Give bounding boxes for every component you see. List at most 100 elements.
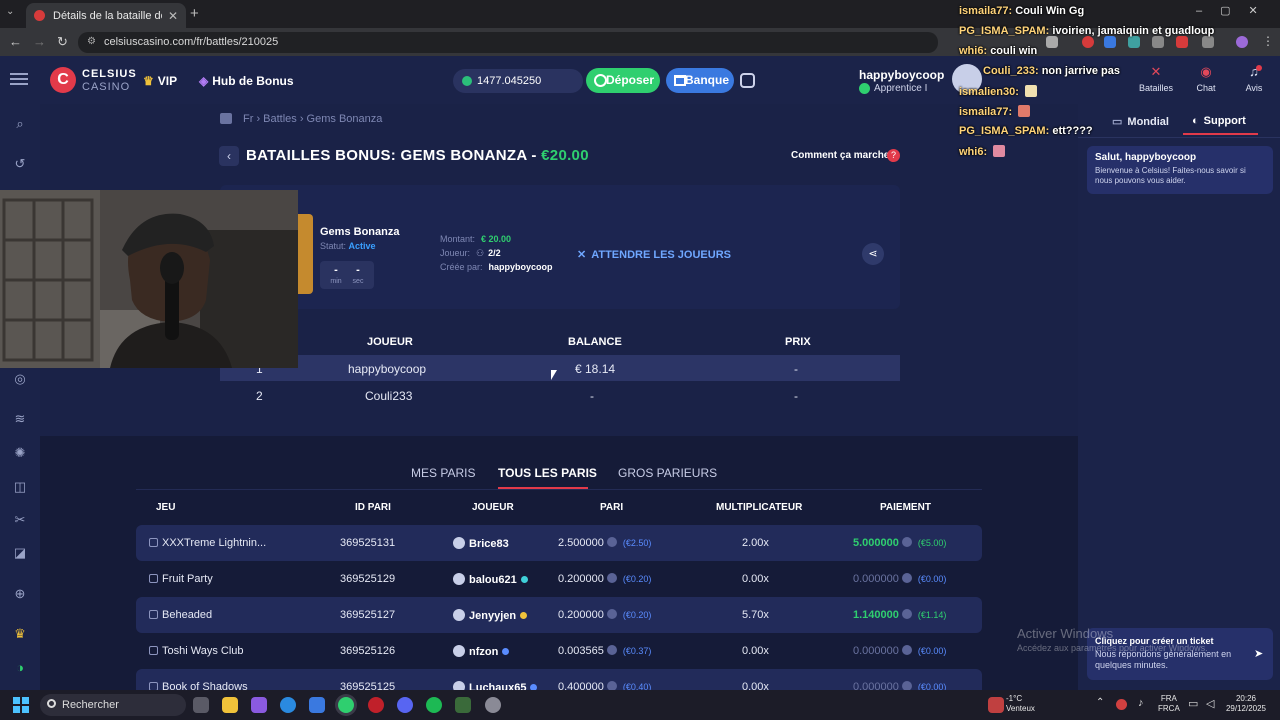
tray-chevron-icon[interactable]: ⌃ bbox=[1096, 697, 1104, 708]
chrome-icon[interactable] bbox=[338, 697, 354, 713]
bet-player[interactable]: nfzon bbox=[453, 645, 510, 658]
how-it-works-link[interactable]: Comment ça marche bbox=[791, 150, 889, 161]
url-text: celsiuscasino.com/fr/battles/210025 bbox=[104, 36, 279, 48]
support-headset-icon[interactable]: ◑ bbox=[11, 659, 29, 677]
wallet-balance[interactable]: 1477.045250 bbox=[453, 69, 583, 93]
player-avatar-icon bbox=[453, 645, 465, 657]
clock[interactable]: 20:26 29/12/2025 bbox=[1222, 694, 1270, 714]
windows-start-icon[interactable] bbox=[13, 697, 29, 713]
app-icon[interactable] bbox=[455, 697, 471, 713]
obs-icon[interactable] bbox=[485, 697, 501, 713]
tray-app-icon[interactable] bbox=[1116, 699, 1127, 710]
help-icon[interactable]: ? bbox=[887, 149, 900, 162]
gift-icon[interactable] bbox=[740, 73, 755, 88]
stream-chat-message: PG_ISMA_SPAM: ett???? bbox=[959, 125, 1093, 137]
language-icon[interactable]: ⊕ bbox=[11, 585, 29, 603]
microphone-icon[interactable]: ♪ bbox=[1138, 697, 1144, 709]
tab-global-chat[interactable]: ▭ Mondial bbox=[1112, 115, 1169, 128]
bet-player[interactable]: balou621 bbox=[453, 573, 528, 586]
site-info-icon[interactable]: ⚙ bbox=[87, 36, 96, 47]
opera-icon[interactable] bbox=[368, 697, 384, 713]
celsius-logo-icon[interactable]: C bbox=[50, 67, 76, 93]
new-tab-icon[interactable]: + bbox=[190, 5, 199, 22]
vip-crown-icon[interactable]: ♛ bbox=[11, 625, 29, 643]
headset-icon: ◐ bbox=[1192, 115, 1199, 127]
window-controls[interactable]: –▢✕ bbox=[1196, 4, 1276, 17]
bet-game[interactable]: Beheaded bbox=[149, 609, 212, 621]
menu-burger-icon[interactable] bbox=[10, 70, 28, 88]
player-col-header: JOUEUR bbox=[472, 502, 514, 513]
create-ticket-button[interactable]: Cliquez pour créer un ticket Nous répond… bbox=[1087, 628, 1273, 680]
profile-avatar-icon[interactable] bbox=[1236, 36, 1248, 48]
extension-icon[interactable] bbox=[1176, 36, 1188, 48]
tab-high-rollers[interactable]: GROS PARIEURS bbox=[618, 466, 717, 480]
edge-icon[interactable] bbox=[280, 697, 296, 713]
bet-game[interactable]: XXXTreme Lightnin... bbox=[149, 537, 266, 549]
crown-icon: ♛ bbox=[143, 74, 154, 88]
reload-icon[interactable]: ↻ bbox=[57, 34, 68, 50]
bank-button[interactable]: Banque bbox=[666, 68, 734, 93]
spotify-icon[interactable] bbox=[426, 697, 442, 713]
bonus-hub-link[interactable]: ◈ Hub de Bonus bbox=[199, 74, 294, 88]
deposit-button[interactable]: Déposer bbox=[586, 68, 660, 93]
url-field[interactable]: ⚙ celsiuscasino.com/fr/battles/210025 bbox=[78, 32, 938, 53]
live-casino-icon[interactable]: ✺ bbox=[11, 444, 29, 462]
keyboard-language[interactable]: FRA FRCA bbox=[1158, 694, 1180, 714]
active-tab-indicator bbox=[1183, 133, 1258, 135]
weather-icon[interactable] bbox=[988, 697, 1004, 713]
extension-icon[interactable] bbox=[1152, 36, 1164, 48]
network-icon[interactable]: ▭ bbox=[1188, 697, 1198, 710]
promotions-icon[interactable]: ◪ bbox=[11, 544, 29, 562]
bet-id: 369525131 bbox=[340, 537, 396, 549]
send-icon[interactable]: ➤ bbox=[1254, 647, 1263, 660]
player-balance: € 18.14 bbox=[575, 362, 616, 376]
bet-player[interactable]: Jenyyjen bbox=[453, 609, 528, 622]
sports-icon[interactable]: ✂ bbox=[11, 511, 29, 529]
extension-icon[interactable] bbox=[1082, 36, 1094, 48]
vip-link[interactable]: ♛ VIP bbox=[143, 74, 177, 88]
tab-all-bets[interactable]: TOUS LES PARIS bbox=[498, 466, 597, 480]
swords-icon: ✕ bbox=[1150, 64, 1162, 79]
search-icon[interactable]: ⌕ bbox=[11, 115, 29, 133]
task-view-icon[interactable] bbox=[193, 697, 209, 713]
forward-icon[interactable]: → bbox=[33, 34, 46, 49]
bet-game[interactable]: Toshi Ways Club bbox=[149, 645, 244, 657]
bet-amount: 2.500000 (€2.50) bbox=[558, 537, 652, 549]
volume-icon[interactable]: ◁ bbox=[1206, 697, 1214, 710]
euro-coin-icon bbox=[901, 537, 912, 547]
tab-support[interactable]: ◐ Support bbox=[1192, 115, 1246, 127]
close-tab-icon[interactable]: ✕ bbox=[168, 9, 178, 23]
extension-icon[interactable] bbox=[1128, 36, 1140, 48]
home-icon[interactable] bbox=[220, 113, 232, 124]
browser-menu-icon[interactable]: ⋮ bbox=[1262, 34, 1274, 48]
tab-my-bets[interactable]: MES PARIS bbox=[411, 466, 475, 480]
file-explorer-icon[interactable] bbox=[222, 697, 238, 713]
taskbar-search[interactable]: Rechercher bbox=[40, 694, 186, 716]
tab-search-chevron-icon[interactable]: ⌄ bbox=[6, 6, 14, 17]
weather-widget[interactable]: -1°C Venteux bbox=[1006, 694, 1035, 714]
breadcrumb[interactable]: Fr › Battles › Gems Bonanza bbox=[243, 113, 382, 125]
back-button[interactable]: ‹ bbox=[219, 146, 239, 166]
copilot-icon[interactable] bbox=[251, 697, 267, 713]
battles-button[interactable]: ✕ Batailles bbox=[1132, 56, 1180, 104]
bet-game[interactable]: Fruit Party bbox=[149, 573, 213, 585]
history-icon[interactable]: ↺ bbox=[11, 155, 29, 173]
extensions-puzzle-icon[interactable] bbox=[1202, 36, 1214, 48]
bet-player[interactable]: Brice83 bbox=[453, 537, 509, 550]
store-icon[interactable] bbox=[309, 697, 325, 713]
discord-icon[interactable] bbox=[397, 697, 413, 713]
bookmark-star-icon[interactable] bbox=[1046, 36, 1058, 48]
bet-payout: 0.000000 (€0.00) bbox=[853, 645, 947, 657]
casino-chip-icon[interactable]: ◎ bbox=[11, 370, 29, 388]
chat-button[interactable]: ◉ Chat bbox=[1182, 56, 1230, 104]
share-button[interactable]: ⋖ bbox=[862, 243, 884, 265]
share-icon: ⋖ bbox=[868, 248, 878, 260]
username[interactable]: happyboycoop bbox=[859, 68, 944, 82]
back-icon[interactable]: ← bbox=[9, 34, 22, 49]
slots-icon[interactable]: ≋ bbox=[11, 410, 29, 428]
table-games-icon[interactable]: ◫ bbox=[11, 478, 29, 496]
browser-tab[interactable]: Détails de la bataille de jeu Bat ✕ bbox=[26, 3, 186, 28]
extension-icon[interactable] bbox=[1104, 36, 1116, 48]
game-thumbnail[interactable] bbox=[297, 214, 313, 294]
notifications-button[interactable]: ♫ Avis bbox=[1230, 56, 1278, 104]
